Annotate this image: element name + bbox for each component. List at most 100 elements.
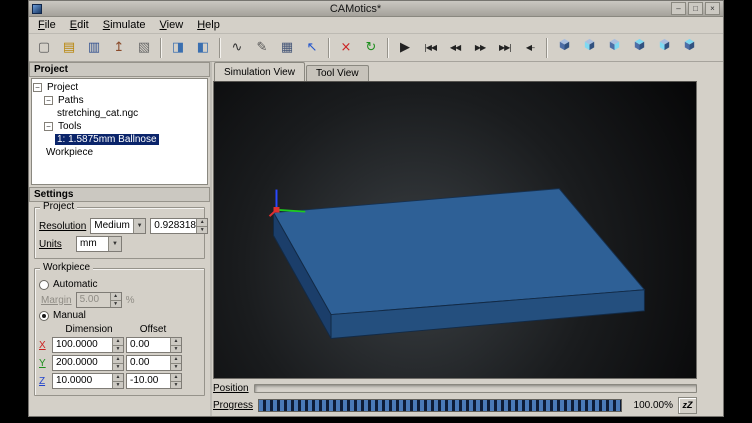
maximize-button[interactable]: □ — [688, 2, 703, 15]
play-icon[interactable]: ▶ — [393, 36, 417, 60]
units-label[interactable]: Units — [39, 239, 72, 250]
view-front-icon[interactable] — [577, 36, 601, 60]
spin-down-icon[interactable]: ▼ — [171, 346, 181, 353]
tab-simulation-view[interactable]: Simulation View — [214, 62, 305, 81]
z-axis-label[interactable]: Z — [39, 376, 50, 387]
toolbar-separator — [546, 38, 548, 58]
spinner-buttons: ▲ ▼ — [170, 374, 181, 388]
open-project-icon[interactable]: ▤ — [57, 36, 81, 60]
toolbar-separator — [219, 38, 221, 58]
skip-to-start-icon[interactable]: |◀◀ — [418, 36, 442, 60]
view-bottom-icon[interactable] — [677, 36, 701, 60]
position-slider[interactable] — [254, 384, 697, 393]
margin-label[interactable]: Margin — [41, 295, 72, 306]
close-button[interactable]: × — [705, 2, 720, 15]
grid-icon[interactable]: ▦ — [275, 36, 299, 60]
automatic-radio[interactable] — [39, 280, 49, 290]
resolution-select[interactable]: Medium ▼ — [90, 218, 146, 234]
collapse-icon[interactable]: − — [44, 96, 53, 105]
edit-icon[interactable]: ✎ — [250, 36, 274, 60]
sleep-button[interactable]: zZ — [678, 397, 697, 414]
progress-label[interactable]: Progress — [213, 400, 253, 411]
view-right-icon[interactable] — [602, 36, 626, 60]
tree-item-paths[interactable]: − Paths — [33, 94, 206, 107]
manual-radio[interactable] — [39, 311, 49, 321]
resolution-label[interactable]: Resolution — [39, 221, 86, 232]
tree-item-project[interactable]: − Project — [33, 81, 206, 94]
snapshot-icon[interactable]: ▧ — [132, 36, 156, 60]
tab-tool-view[interactable]: Tool View — [306, 65, 369, 81]
project-panel-title: Project — [29, 62, 210, 77]
menu-bar: File Edit Simulate View Help — [29, 17, 723, 34]
camotics-window: CAMotics* – □ × File Edit Simulate View … — [28, 0, 724, 417]
stop-icon[interactable]: × — [334, 36, 358, 60]
select-icon[interactable]: ↖ — [300, 36, 324, 60]
toolbar-separator — [160, 38, 162, 58]
spin-down-icon[interactable]: ▼ — [113, 382, 123, 389]
chevron-down-icon[interactable]: ▼ — [108, 237, 121, 251]
spin-down-icon[interactable]: ▼ — [113, 346, 123, 353]
x-axis-label[interactable]: X — [39, 340, 50, 351]
chevron-down-icon[interactable]: ▼ — [133, 219, 145, 233]
menu-view[interactable]: View — [153, 18, 191, 32]
y-axis-label[interactable]: Y — [39, 358, 50, 369]
add-tool-icon[interactable]: ◨ — [166, 36, 190, 60]
rewind-icon[interactable]: ◀◀ — [443, 36, 467, 60]
x-dimension-spinbox[interactable]: 100.0000 ▲ ▼ — [52, 337, 124, 353]
spin-down-icon[interactable]: ▼ — [197, 227, 207, 234]
spin-down-icon[interactable]: ▼ — [171, 382, 181, 389]
fast-forward-icon[interactable]: ▶▶ — [468, 36, 492, 60]
margin-spinbox: 5.00 ▲ ▼ — [76, 292, 122, 308]
spin-down-icon[interactable]: ▼ — [113, 364, 123, 371]
units-select[interactable]: mm ▼ — [76, 236, 122, 252]
view-isometric-icon[interactable] — [552, 36, 576, 60]
tree-item-gcode-file[interactable]: stretching_cat.ngc — [33, 107, 206, 120]
step-back-icon[interactable]: ◀– — [518, 36, 542, 60]
minimize-button[interactable]: – — [671, 2, 686, 15]
spin-up-icon[interactable]: ▲ — [171, 374, 181, 382]
app-icon — [32, 4, 42, 14]
view-back-icon[interactable] — [652, 36, 676, 60]
position-label[interactable]: Position — [213, 383, 249, 394]
z-dimension-spinbox[interactable]: 10.0000 ▲ ▼ — [52, 373, 124, 389]
z-offset-spinbox[interactable]: -10.00 ▲ ▼ — [126, 373, 182, 389]
collapse-icon[interactable]: − — [33, 83, 42, 92]
z-dimension-value: 10.0000 — [53, 374, 112, 388]
tree-item-workpiece[interactable]: Workpiece — [33, 146, 206, 159]
tree-item-tools[interactable]: − Tools — [33, 120, 206, 133]
tree-item-ballnose-tool[interactable]: 1: 1.5875mm Ballnose — [33, 133, 206, 146]
skip-to-end-icon[interactable]: ▶▶| — [493, 36, 517, 60]
title-bar[interactable]: CAMotics* – □ × — [29, 1, 723, 17]
toolpath-icon[interactable]: ∿ — [225, 36, 249, 60]
tree-item-label: 1: 1.5875mm Ballnose — [55, 134, 159, 145]
view-top-icon[interactable] — [627, 36, 651, 60]
x-offset-value: 0.00 — [127, 338, 170, 352]
spin-up-icon[interactable]: ▲ — [113, 374, 123, 382]
resolution-spinbox[interactable]: 0.928318 ▲ ▼ — [150, 218, 208, 234]
spin-up-icon[interactable]: ▲ — [113, 356, 123, 364]
export-icon[interactable]: ↥ — [107, 36, 131, 60]
spin-up-icon[interactable]: ▲ — [171, 338, 181, 346]
menu-help[interactable]: Help — [190, 18, 227, 32]
3d-viewport[interactable] — [213, 81, 697, 379]
automatic-radio-row: Automatic — [39, 279, 200, 290]
spinner-buttons: ▲ ▼ — [110, 293, 121, 307]
remove-tool-icon[interactable]: ◧ — [191, 36, 215, 60]
reload-icon[interactable]: ↻ — [359, 36, 383, 60]
collapse-icon[interactable]: − — [44, 122, 53, 131]
new-project-icon[interactable]: ▢ — [32, 36, 56, 60]
y-dimension-spinbox[interactable]: 200.0000 ▲ ▼ — [52, 355, 124, 371]
spin-up-icon[interactable]: ▲ — [113, 338, 123, 346]
y-offset-spinbox[interactable]: 0.00 ▲ ▼ — [126, 355, 182, 371]
spin-down-icon[interactable]: ▼ — [171, 364, 181, 371]
menu-edit[interactable]: Edit — [63, 18, 96, 32]
spin-up-icon[interactable]: ▲ — [171, 356, 181, 364]
resolution-row: Resolution Medium ▼ 0.928318 ▲ ▼ — [39, 218, 200, 234]
spin-up-icon[interactable]: ▲ — [197, 219, 207, 227]
menu-simulate[interactable]: Simulate — [96, 18, 153, 32]
save-project-icon[interactable]: ▥ — [82, 36, 106, 60]
menu-file[interactable]: File — [31, 18, 63, 32]
y-axis-row: Y 200.0000 ▲ ▼ 0.00 ▲ ▼ — [39, 355, 200, 371]
view-tabs: Simulation View Tool View — [213, 62, 697, 81]
x-offset-spinbox[interactable]: 0.00 ▲ ▼ — [126, 337, 182, 353]
